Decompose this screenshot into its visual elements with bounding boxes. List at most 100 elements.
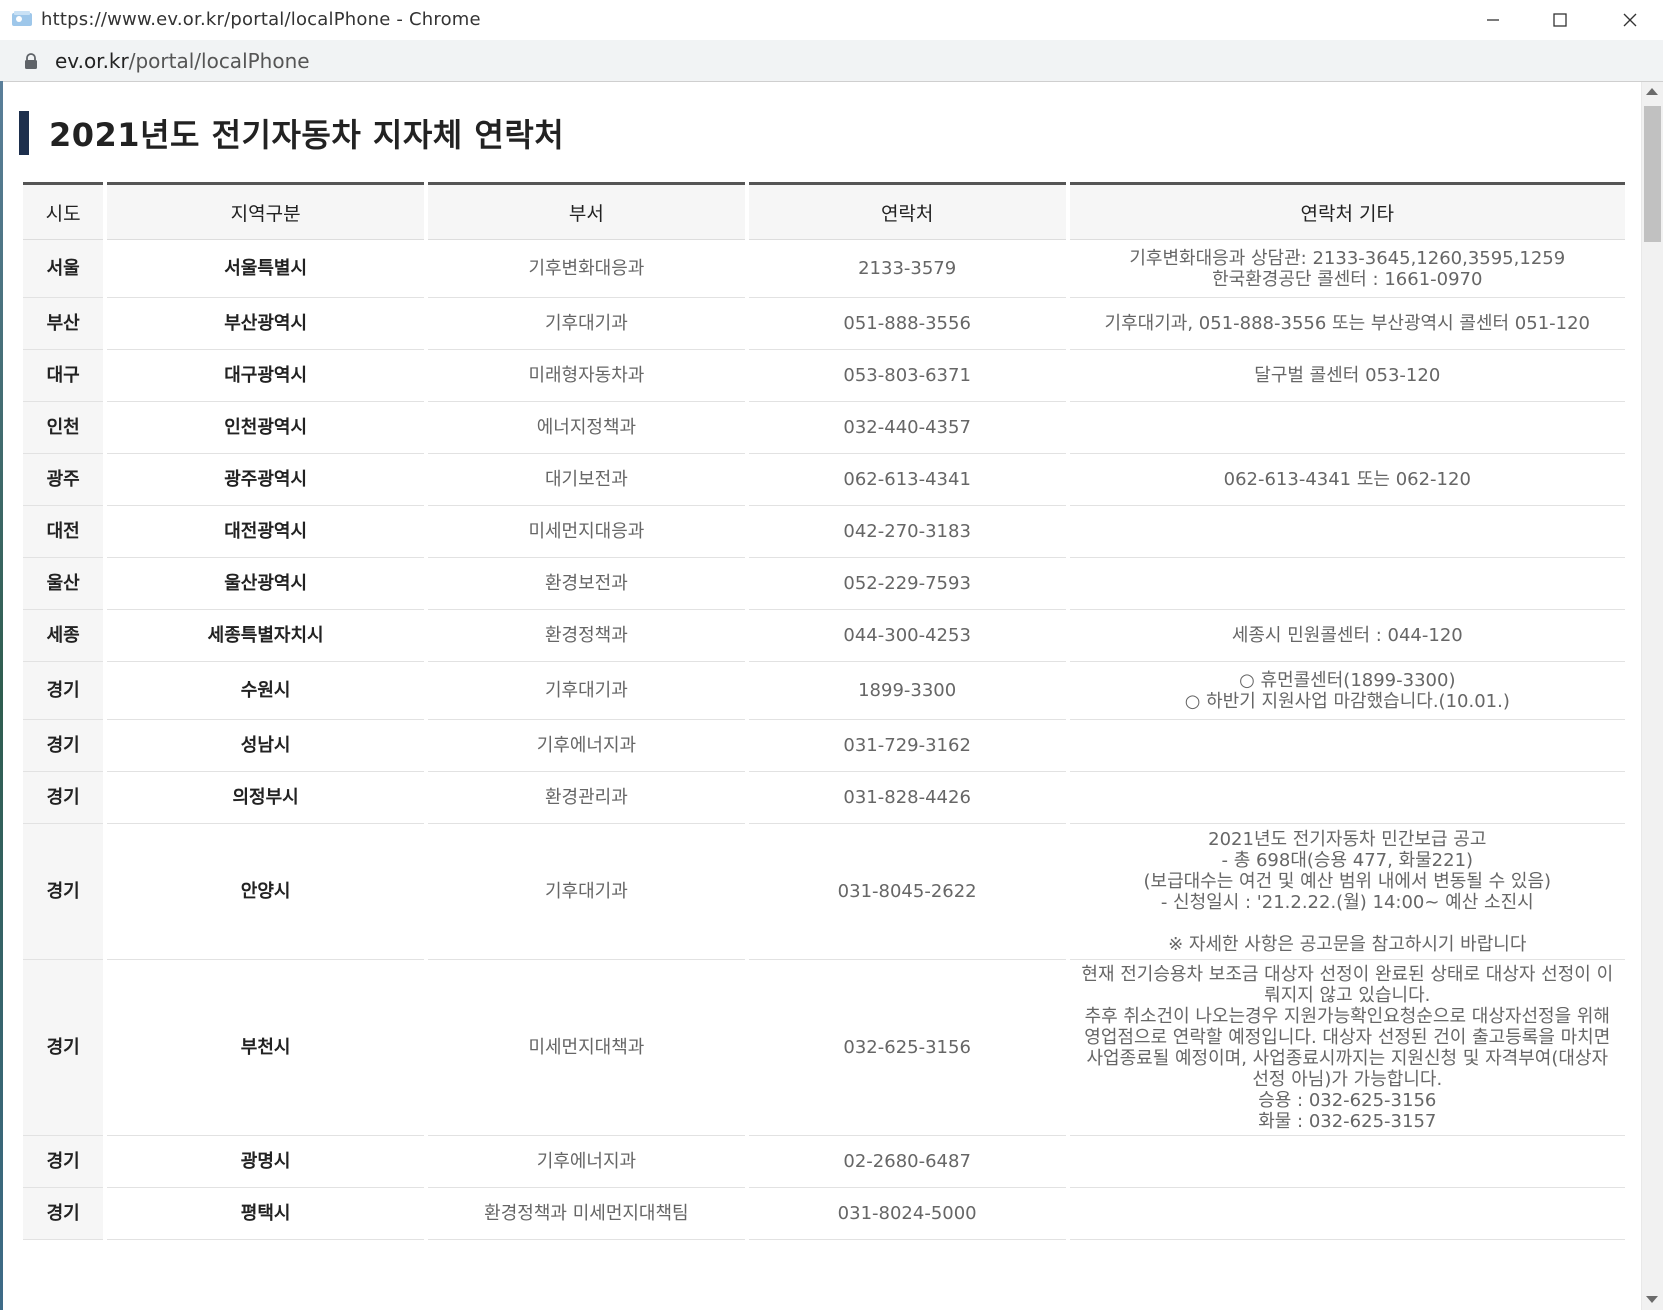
cell-sido: 서울 <box>23 240 104 298</box>
chrome-app-icon <box>12 11 34 27</box>
page-title: 2021년도 전기자동차 지자체 연락처 <box>49 116 565 154</box>
cell-phone: 052-229-7593 <box>748 558 1066 610</box>
cell-sido: 세종 <box>23 610 104 662</box>
cell-phone: 032-440-4357 <box>748 402 1066 454</box>
table-row: 울산 울산광역시 환경보전과 052-229-7593 <box>23 558 1625 610</box>
cell-note: ○ 휴먼콜센터(1899-3300) ○ 하반기 지원사업 마감했습니다.(10… <box>1069 662 1625 720</box>
table-row: 대전 대전광역시 미세먼지대응과 042-270-3183 <box>23 506 1625 558</box>
cell-dept: 기후에너지과 <box>428 1136 745 1188</box>
cell-phone: 031-828-4426 <box>748 772 1066 824</box>
maximize-button[interactable] <box>1527 0 1593 40</box>
cell-sido: 경기 <box>23 662 104 720</box>
cell-sido: 대구 <box>23 350 104 402</box>
table-row: 경기 안양시 기후대기과 031-8045-2622 2021년도 전기자동차 … <box>23 824 1625 960</box>
cell-phone: 062-613-4341 <box>748 454 1066 506</box>
cell-dept: 에너지정책과 <box>428 402 745 454</box>
url-host: ev.or.kr <box>55 49 129 73</box>
header-phone: 연락처 <box>748 182 1066 240</box>
scroll-down-icon[interactable] <box>1646 1296 1658 1303</box>
cell-sido: 울산 <box>23 558 104 610</box>
table-row: 세종 세종특별자치시 환경정책과 044-300-4253 세종시 민원콜센터 … <box>23 610 1625 662</box>
cell-region: 대구광역시 <box>107 350 425 402</box>
cell-region: 안양시 <box>107 824 425 960</box>
cell-note: 기후대기과, 051-888-3556 또는 부산광역시 콜센터 051-120 <box>1069 298 1625 350</box>
table-header-row: 시도 지역구분 부서 연락처 연락처 기타 <box>23 182 1625 240</box>
cell-phone: 031-729-3162 <box>748 720 1066 772</box>
browser-window: https://www.ev.or.kr/portal/localPhone -… <box>0 0 1663 1310</box>
cell-dept: 환경보전과 <box>428 558 745 610</box>
cell-region: 인천광역시 <box>107 402 425 454</box>
vertical-scrollbar[interactable] <box>1641 82 1663 1310</box>
cell-phone: 031-8045-2622 <box>748 824 1066 960</box>
cell-dept: 미세먼지대책과 <box>428 960 745 1136</box>
url-path: /portal/localPhone <box>128 49 310 73</box>
cell-sido: 경기 <box>23 824 104 960</box>
cell-sido: 대전 <box>23 506 104 558</box>
lock-icon <box>24 53 38 69</box>
cell-phone: 032-625-3156 <box>748 960 1066 1136</box>
cell-dept: 환경정책과 미세먼지대책팀 <box>428 1188 745 1240</box>
cell-sido: 인천 <box>23 402 104 454</box>
page-heading: 2021년도 전기자동차 지자체 연락처 <box>19 110 564 156</box>
cell-dept: 기후변화대응과 <box>428 240 745 298</box>
page-content: 2021년도 전기자동차 지자체 연락처 시도 지역구분 부서 연락처 연락처 … <box>3 82 1641 1310</box>
cell-dept: 환경관리과 <box>428 772 745 824</box>
minimize-icon <box>1487 19 1499 21</box>
cell-note <box>1069 1136 1625 1188</box>
cell-phone: 051-888-3556 <box>748 298 1066 350</box>
cell-note <box>1069 402 1625 454</box>
table-row: 대구 대구광역시 미래형자동차과 053-803-6371 달구벌 콜센터 05… <box>23 350 1625 402</box>
cell-region: 광명시 <box>107 1136 425 1188</box>
cell-note <box>1069 720 1625 772</box>
table-row: 서울 서울특별시 기후변화대응과 2133-3579 기후변화대응과 상담관: … <box>23 240 1625 298</box>
cell-region: 부산광역시 <box>107 298 425 350</box>
cell-sido: 부산 <box>23 298 104 350</box>
cell-sido: 경기 <box>23 720 104 772</box>
cell-note: 세종시 민원콜센터 : 044-120 <box>1069 610 1625 662</box>
scrollbar-thumb[interactable] <box>1644 106 1661 242</box>
cell-note <box>1069 506 1625 558</box>
heading-accent-bar <box>19 111 29 155</box>
header-sido: 시도 <box>23 182 104 240</box>
cell-phone: 1899-3300 <box>748 662 1066 720</box>
cell-dept: 대기보전과 <box>428 454 745 506</box>
cell-note: 현재 전기승용차 보조금 대상자 선정이 완료된 상태로 대상자 선정이 이뤄지… <box>1069 960 1625 1136</box>
window-title: https://www.ev.or.kr/portal/localPhone -… <box>41 9 481 30</box>
address-bar[interactable]: ev.or.kr/portal/localPhone <box>0 40 1663 82</box>
cell-region: 수원시 <box>107 662 425 720</box>
url-text[interactable]: ev.or.kr/portal/localPhone <box>55 49 310 73</box>
cell-note: 062-613-4341 또는 062-120 <box>1069 454 1625 506</box>
cell-dept: 미래형자동차과 <box>428 350 745 402</box>
cell-phone: 2133-3579 <box>748 240 1066 298</box>
maximize-icon <box>1553 13 1567 27</box>
cell-dept: 환경정책과 <box>428 610 745 662</box>
cell-note: 달구벌 콜센터 053-120 <box>1069 350 1625 402</box>
cell-dept: 기후대기과 <box>428 662 745 720</box>
cell-region: 울산광역시 <box>107 558 425 610</box>
cell-phone: 044-300-4253 <box>748 610 1066 662</box>
cell-region: 대전광역시 <box>107 506 425 558</box>
table-row: 경기 수원시 기후대기과 1899-3300 ○ 휴먼콜센터(1899-3300… <box>23 662 1625 720</box>
close-button[interactable] <box>1597 0 1663 40</box>
cell-note <box>1069 772 1625 824</box>
cell-note: 2021년도 전기자동차 민간보급 공고 - 총 698대(승용 477, 화물… <box>1069 824 1625 960</box>
cell-phone: 053-803-6371 <box>748 350 1066 402</box>
cell-dept: 미세먼지대응과 <box>428 506 745 558</box>
table-row: 광주 광주광역시 대기보전과 062-613-4341 062-613-4341… <box>23 454 1625 506</box>
close-icon <box>1623 13 1637 27</box>
table-row: 경기 부천시 미세먼지대책과 032-625-3156 현재 전기승용차 보조금… <box>23 960 1625 1136</box>
cell-phone: 02-2680-6487 <box>748 1136 1066 1188</box>
table-row: 경기 광명시 기후에너지과 02-2680-6487 <box>23 1136 1625 1188</box>
title-bar: https://www.ev.or.kr/portal/localPhone -… <box>0 0 1663 41</box>
table-row: 경기 의정부시 환경관리과 031-828-4426 <box>23 772 1625 824</box>
minimize-button[interactable] <box>1460 0 1526 40</box>
contacts-table: 시도 지역구분 부서 연락처 연락처 기타 서울 서울특별시 기후변화대응과 2… <box>19 182 1629 1240</box>
table-row: 경기 성남시 기후에너지과 031-729-3162 <box>23 720 1625 772</box>
scroll-up-icon[interactable] <box>1646 88 1658 95</box>
cell-phone: 031-8024-5000 <box>748 1188 1066 1240</box>
table-row: 경기 평택시 환경정책과 미세먼지대책팀 031-8024-5000 <box>23 1188 1625 1240</box>
cell-region: 서울특별시 <box>107 240 425 298</box>
header-dept: 부서 <box>428 182 745 240</box>
cell-sido: 경기 <box>23 1188 104 1240</box>
cell-region: 광주광역시 <box>107 454 425 506</box>
